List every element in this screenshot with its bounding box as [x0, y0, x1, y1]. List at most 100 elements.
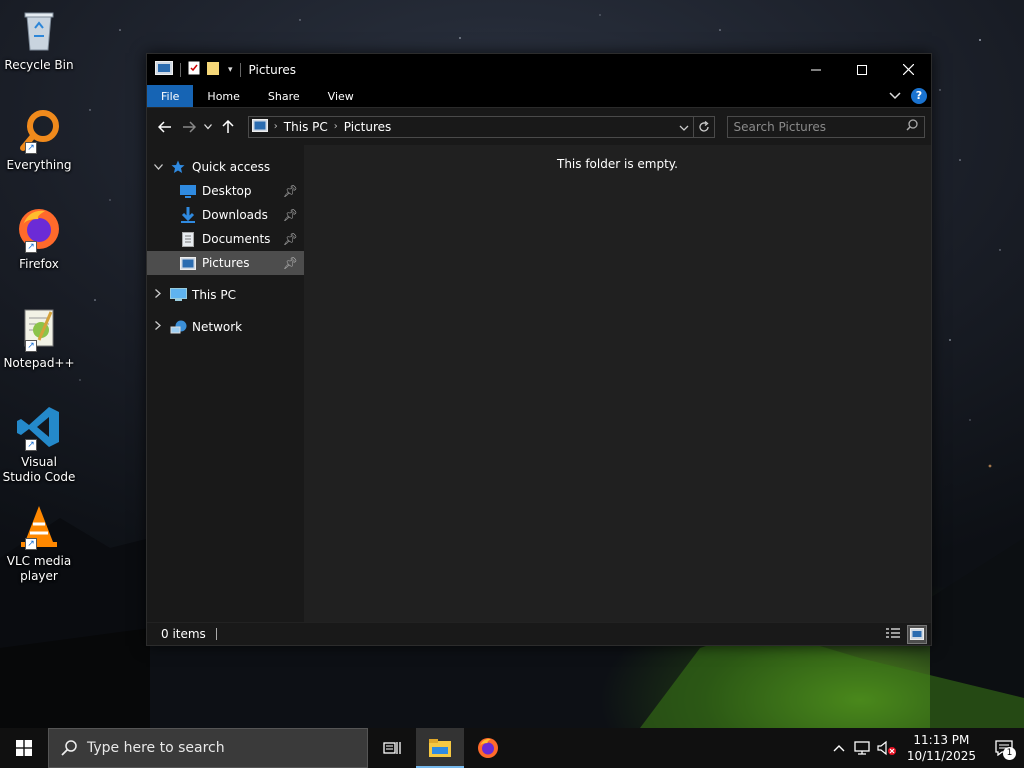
search-box[interactable]: Search Pictures	[726, 115, 925, 138]
pin-icon: 📌︎	[282, 184, 298, 198]
downloads-folder-icon	[179, 207, 197, 223]
toolbar-separator	[180, 62, 181, 77]
address-dropdown-icon[interactable]	[679, 120, 689, 134]
star-icon	[169, 159, 187, 175]
nav-item-this-pc[interactable]: This PC	[147, 283, 304, 307]
desktop-icon-everything[interactable]: ↗ Everything	[2, 106, 76, 173]
nav-item-label: Pictures	[202, 256, 250, 270]
up-button[interactable]	[216, 115, 240, 139]
file-list-area[interactable]: This folder is empty.	[304, 145, 931, 622]
nav-item-quick-access[interactable]: Quick access	[147, 155, 304, 179]
notification-count-badge: 1	[1003, 747, 1016, 760]
task-view-icon	[383, 742, 401, 754]
desktop-icon-notepad-plus-plus[interactable]: ↗ Notepad++	[2, 304, 76, 371]
tab-home[interactable]: Home	[193, 85, 253, 107]
collapse-chevron-icon[interactable]	[147, 162, 169, 173]
volume-button[interactable]	[875, 740, 899, 756]
refresh-button[interactable]	[692, 115, 715, 138]
network-status-button[interactable]	[851, 740, 875, 756]
task-view-button[interactable]	[368, 728, 416, 768]
clock[interactable]: 11:13 PM 10/11/2025	[899, 732, 984, 764]
breadcrumb-pictures[interactable]: Pictures	[344, 120, 392, 134]
network-icon	[169, 319, 187, 335]
item-count: 0 items	[161, 627, 206, 641]
desktop-icon-recycle-bin[interactable]: Recycle Bin	[2, 6, 76, 73]
refresh-icon	[698, 120, 709, 132]
forward-button[interactable]	[177, 115, 201, 139]
toolbar-separator	[239, 62, 241, 77]
minimize-button[interactable]	[793, 54, 839, 85]
nav-item-documents[interactable]: Documents 📌︎	[147, 227, 304, 251]
search-icon	[906, 119, 918, 134]
notification-center-button[interactable]: 1	[984, 728, 1024, 768]
nav-item-downloads[interactable]: Downloads 📌︎	[147, 203, 304, 227]
pictures-window-icon	[155, 61, 173, 78]
taskbar-firefox[interactable]	[464, 728, 512, 768]
address-bar[interactable]: › This PC › Pictures	[247, 115, 694, 138]
nav-item-label: Network	[192, 320, 243, 334]
tab-file[interactable]: File	[147, 85, 194, 107]
large-icons-view-button[interactable]	[907, 624, 927, 644]
breadcrumb-separator-icon: ›	[333, 121, 338, 132]
show-hidden-icons-button[interactable]	[827, 744, 851, 752]
new-folder-icon[interactable]	[207, 61, 221, 78]
navigation-bar: › This PC › Pictures Search Pictures	[147, 108, 931, 145]
taskbar-search-input[interactable]: Type here to search	[87, 740, 225, 756]
nav-item-network[interactable]: Network	[147, 315, 304, 339]
taskbar-search-box[interactable]: Type here to search	[48, 728, 368, 768]
tab-view[interactable]: View	[314, 85, 368, 107]
close-button[interactable]	[885, 54, 931, 85]
status-bar: 0 items	[147, 622, 931, 645]
clock-date: 10/11/2025	[906, 749, 976, 763]
nav-item-pictures[interactable]: Pictures 📌︎	[147, 251, 304, 275]
navigation-pane: Quick access Desktop 📌︎ Downloads 📌︎ Doc…	[147, 145, 304, 622]
details-view-button[interactable]	[883, 625, 903, 644]
desktop-icon-label: Visual Studio Code	[2, 455, 76, 484]
nav-item-desktop[interactable]: Desktop 📌︎	[147, 179, 304, 203]
expand-ribbon-chevron-icon[interactable]	[889, 89, 901, 103]
back-button[interactable]	[153, 115, 177, 139]
tab-share[interactable]: Share	[254, 85, 314, 107]
customize-toolbar-chevron-icon[interactable]: ▾	[228, 65, 233, 75]
ribbon-tabs: File Home Share View ?	[147, 85, 931, 108]
up-arrow-icon	[222, 119, 234, 133]
firefox-icon: ↗	[15, 205, 63, 253]
desktop-icon-label: Notepad++	[3, 356, 75, 370]
expand-chevron-icon[interactable]	[147, 289, 169, 301]
breadcrumb-this-pc[interactable]: This PC	[284, 120, 328, 134]
pictures-folder-icon	[179, 255, 197, 271]
large-icons-view-icon	[910, 628, 924, 640]
maximize-button[interactable]	[839, 54, 885, 85]
search-icon	[61, 740, 77, 756]
system-tray: 11:13 PM 10/11/2025 1	[827, 728, 1024, 768]
shortcut-arrow-icon: ↗	[25, 241, 37, 253]
desktop-icon-vlc[interactable]: ↗ VLC media player	[2, 502, 76, 584]
file-explorer-icon	[429, 739, 451, 757]
pin-icon: 📌︎	[282, 232, 298, 246]
clock-time: 11:13 PM	[913, 733, 970, 747]
desktop-folder-icon	[179, 183, 197, 199]
search-input[interactable]: Search Pictures	[734, 120, 906, 134]
expand-chevron-icon[interactable]	[147, 321, 169, 333]
title-bar[interactable]: ▾ Pictures	[147, 54, 931, 85]
recent-locations-button[interactable]	[200, 115, 216, 139]
help-button[interactable]: ?	[911, 88, 927, 104]
windows-logo-icon	[16, 740, 32, 756]
pin-icon: 📌︎	[282, 208, 298, 222]
taskbar-file-explorer[interactable]	[416, 728, 464, 768]
start-button[interactable]	[0, 728, 48, 768]
firefox-icon	[478, 738, 498, 758]
desktop-icon-firefox[interactable]: ↗ Firefox	[2, 205, 76, 272]
close-icon	[902, 64, 914, 75]
minimize-icon	[811, 69, 821, 70]
nav-item-label: This PC	[192, 288, 236, 302]
nav-item-label: Documents	[202, 232, 271, 246]
properties-icon[interactable]	[188, 61, 200, 78]
desktop-icon-vscode[interactable]: ↗ Visual Studio Code	[2, 403, 76, 485]
recycle-bin-icon	[15, 6, 63, 54]
desktop-icon-label: Firefox	[19, 257, 59, 271]
taskbar: Type here to search 11:13 PM 10/11/2025 …	[0, 728, 1024, 768]
details-view-icon	[886, 628, 900, 638]
documents-folder-icon	[179, 231, 197, 247]
breadcrumb-separator-icon: ›	[273, 121, 278, 132]
